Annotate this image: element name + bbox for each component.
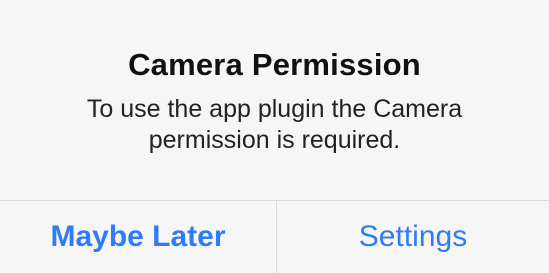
dialog-content: Camera Permission To use the app plugin … — [0, 0, 549, 200]
settings-button[interactable]: Settings — [277, 201, 549, 273]
dialog-message-line: permission is required. — [148, 126, 401, 154]
dialog-title: Camera Permission — [128, 47, 421, 82]
camera-permission-dialog: Camera Permission To use the app plugin … — [0, 0, 549, 273]
dialog-message-line: To use the app plugin the Camera — [86, 95, 463, 123]
maybe-later-button[interactable]: Maybe Later — [0, 201, 276, 273]
dialog-message: To use the app plugin the Camera permiss… — [40, 94, 509, 156]
